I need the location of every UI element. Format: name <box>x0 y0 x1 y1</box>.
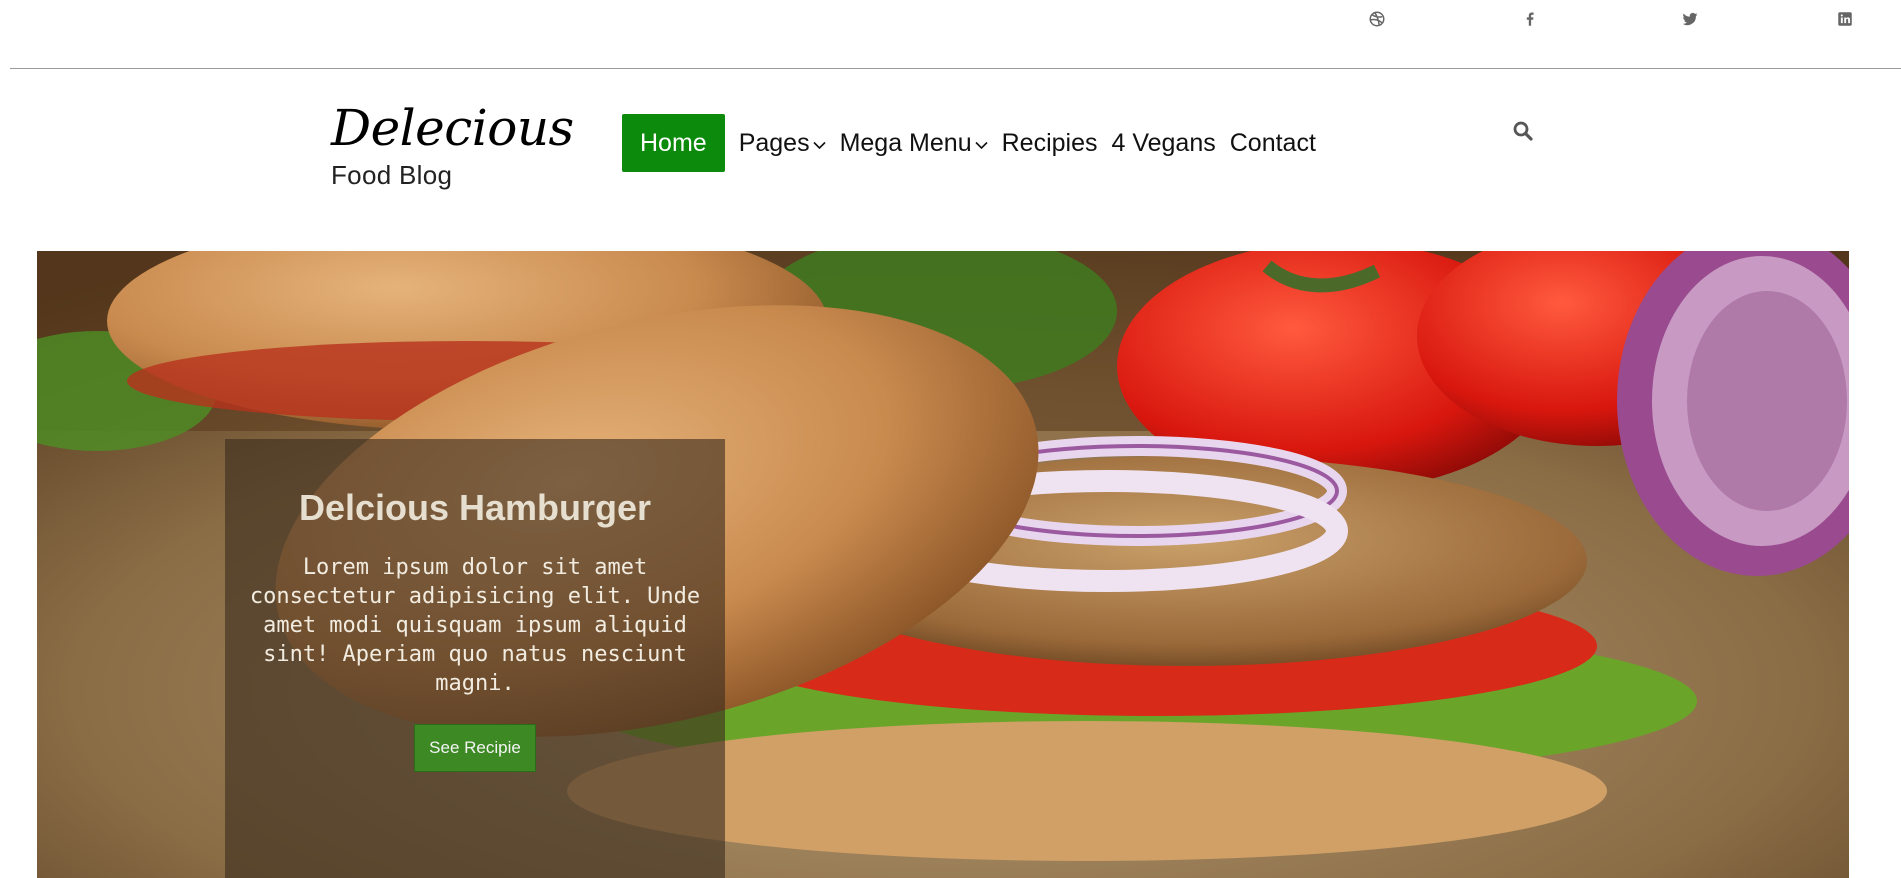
search-icon[interactable] <box>1511 119 1535 143</box>
site-subtitle: Food Blog <box>331 160 453 190</box>
site-title: Delecious <box>331 99 574 157</box>
main-nav: Home Pages Mega Menu Recipies 4 Vegans C… <box>622 114 1323 172</box>
chevron-down-icon <box>975 141 988 149</box>
nav-item-label: Mega Menu <box>839 128 972 157</box>
nav-item-label: 4 Vegans <box>1111 128 1216 157</box>
dribbble-icon[interactable] <box>1366 8 1388 30</box>
nav-item-recipies[interactable]: Recipies <box>995 114 1105 172</box>
nav-item-mega-menu[interactable]: Mega Menu <box>833 114 995 172</box>
nav-item-label: Home <box>640 128 707 157</box>
social-bar <box>10 0 1901 69</box>
nav-item-home[interactable]: Home <box>622 114 725 172</box>
nav-item-label: Contact <box>1229 128 1316 157</box>
nav-item-label: Pages <box>738 128 810 157</box>
see-recipie-button[interactable]: See Recipie <box>414 724 536 772</box>
hero-text: Lorem ipsum dolor sit amet consectetur a… <box>249 555 701 696</box>
nav-item-label: Recipies <box>1001 128 1098 157</box>
nav-item-pages[interactable]: Pages <box>732 114 833 172</box>
hero-title: Delcious Hamburger <box>298 487 652 528</box>
chevron-down-icon <box>813 141 826 149</box>
nav-item-4-vegans[interactable]: 4 Vegans <box>1104 114 1222 172</box>
facebook-icon[interactable] <box>1519 8 1541 30</box>
hero-caption: Delcious Hamburger Lorem ipsum dolor sit… <box>225 439 725 878</box>
linkedin-icon[interactable] <box>1834 8 1856 30</box>
hero-banner: Delcious Hamburger Lorem ipsum dolor sit… <box>37 251 1849 878</box>
site-logo[interactable]: Delecious Food Blog <box>331 98 574 191</box>
nav-item-contact[interactable]: Contact <box>1223 114 1323 172</box>
twitter-icon[interactable] <box>1679 8 1701 30</box>
